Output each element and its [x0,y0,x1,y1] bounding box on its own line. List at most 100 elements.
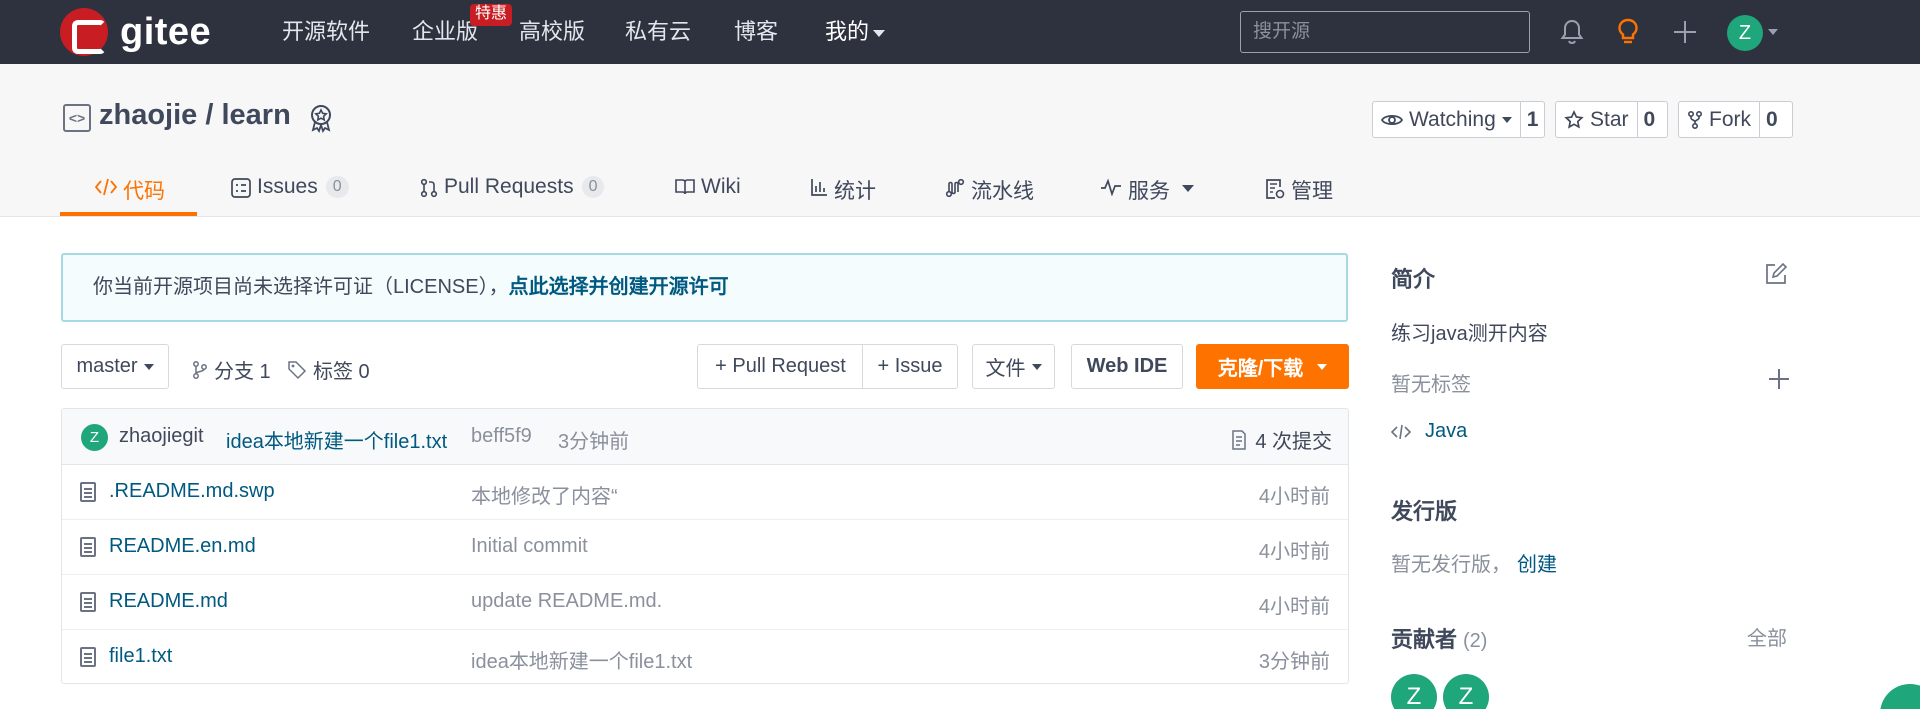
fork-button[interactable]: Fork 0 [1678,101,1793,138]
nav-mine-label: 我的 [825,19,870,44]
chevron-down-icon [1317,363,1328,370]
no-release-text: 暂无发行版， [1391,554,1511,576]
file-name[interactable]: README.md [109,590,228,613]
create-release-link[interactable]: 创建 [1517,548,1557,577]
commits-icon [1232,429,1247,450]
license-notice: 你当前开源项目尚未选择许可证（LICENSE），点此选择并创建开源许可 [61,253,1348,322]
file-commit-message[interactable]: 本地修改了内容“ [471,480,618,509]
chevron-down-icon[interactable] [1768,29,1778,35]
file-icon [80,592,96,612]
file-time: 4小时前 [1258,486,1330,508]
gitee-logo[interactable]: gitee [60,8,211,56]
contributor-avatar[interactable]: Z [1443,674,1489,709]
tab-code[interactable]: 代码 [95,167,165,217]
tab-service[interactable]: 服务 [1100,167,1194,217]
contributor-avatar[interactable]: Z [1391,674,1437,709]
license-create-link[interactable]: 点此选择并创建开源许可 [509,276,729,298]
project-header: <> zhaojie / learn Watching 1 Star 0 For… [0,64,1920,217]
fork-label-group[interactable]: Fork [1679,102,1760,137]
plus-icon[interactable] [1671,18,1699,46]
file-list: Z zhaojiegit idea本地新建一个file1.txt beff5f9… [61,408,1349,684]
pull-request-icon [420,178,438,198]
lightbulb-icon[interactable] [1614,18,1642,46]
file-commit-message[interactable]: Initial commit [471,535,588,558]
tab-wiki[interactable]: Wiki [675,167,741,217]
branch-select[interactable]: master [61,344,169,389]
tags-link[interactable]: 标签 0 [287,355,370,384]
star-count[interactable]: 0 [1638,108,1662,132]
issues-icon [231,178,251,198]
code-icon [95,178,117,196]
intro-heading: 简介 [1391,267,1436,292]
web-ide-button[interactable]: Web IDE [1071,344,1183,389]
bell-icon[interactable] [1558,18,1586,46]
commit-time: 3分钟前 [558,431,630,453]
tab-stats[interactable]: 统计 [810,167,876,217]
search-input[interactable] [1240,11,1530,53]
fork-count[interactable]: 0 [1760,108,1784,132]
manage-icon [1266,179,1285,199]
tag-icon [288,360,307,379]
tab-issues-label: Issues [257,175,318,198]
file-name[interactable]: README.en.md [109,535,256,558]
commit-message[interactable]: idea本地新建一个file1.txt [226,425,447,454]
watch-count[interactable]: 1 [1521,108,1545,132]
commit-count-link[interactable]: 4 次提交 [1231,425,1332,454]
clone-download-button[interactable]: 克隆/下载 [1196,344,1349,389]
nav-enterprise[interactable]: 企业版 [412,0,478,64]
star-button[interactable]: Star 0 [1555,101,1668,138]
file-name[interactable]: file1.txt [109,645,172,668]
edit-icon[interactable] [1765,263,1787,285]
floating-help-button[interactable] [1880,684,1920,709]
contributors-count: (2) [1463,630,1488,652]
eye-icon [1381,114,1403,125]
file-commit-message[interactable]: idea本地新建一个file1.txt [471,645,692,674]
repo-icon: <> [63,104,91,132]
gitee-logo-icon [60,8,108,56]
nav-open-source[interactable]: 开源软件 [282,0,370,64]
tab-pipeline[interactable]: 流水线 [945,167,1034,217]
stats-icon [811,179,827,196]
new-pull-request-button[interactable]: + Pull Request [697,344,864,389]
issues-count-badge: 0 [325,176,349,198]
add-tag-icon[interactable] [1769,369,1789,389]
watch-button[interactable]: Watching 1 [1372,101,1545,138]
tab-issues[interactable]: Issues 0 [231,167,349,217]
nav-private-cloud[interactable]: 私有云 [625,0,691,64]
file-icon [80,482,96,502]
commit-hash[interactable]: beff5f9 [471,425,532,448]
contributors-title: 贡献者 [1391,627,1458,652]
file-commit-message[interactable]: update README.md. [471,590,662,613]
file-menu-button[interactable]: 文件 [972,344,1055,389]
tab-service-label: 服务 [1128,180,1170,203]
star-label: Star [1590,107,1629,131]
watch-label-group[interactable]: Watching [1373,102,1521,137]
branches-link[interactable]: 分支 1 [192,355,271,384]
nav-mine[interactable]: 我的 [825,0,886,64]
tab-manage[interactable]: 管理 [1265,167,1333,217]
repo-title[interactable]: zhaojie / learn [99,99,291,132]
commit-count: 4 次提交 [1255,431,1332,453]
tab-wiki-label: Wiki [701,175,741,198]
certification-badge-icon[interactable] [305,102,337,134]
nav-blog[interactable]: 博客 [734,0,778,64]
nav-university[interactable]: 高校版 [519,0,585,64]
tab-pull-requests[interactable]: Pull Requests 0 [420,167,605,217]
file-name[interactable]: .README.md.swp [109,480,275,503]
table-row: README.en.md Initial commit 4小时前 [62,520,1348,575]
commit-author[interactable]: zhaojiegit [119,425,204,448]
tab-pipeline-label: 流水线 [971,180,1034,203]
all-contributors-link[interactable]: 全部 [1747,622,1787,651]
new-issue-button[interactable]: + Issue [862,344,958,389]
tab-manage-label: 管理 [1291,180,1333,203]
tags-label: 标签 0 [313,361,370,383]
star-label-group[interactable]: Star [1556,102,1638,137]
commit-author-avatar[interactable]: Z [81,424,108,451]
clone-download-label: 克隆/下载 [1217,358,1304,380]
logo-text: gitee [120,10,212,53]
contributors-heading: 贡献者 (2) [1391,622,1487,654]
active-tab-indicator [60,212,197,216]
branches-label: 分支 1 [214,361,271,383]
user-avatar[interactable]: Z [1727,15,1763,51]
language-link[interactable]: Java [1425,420,1467,443]
